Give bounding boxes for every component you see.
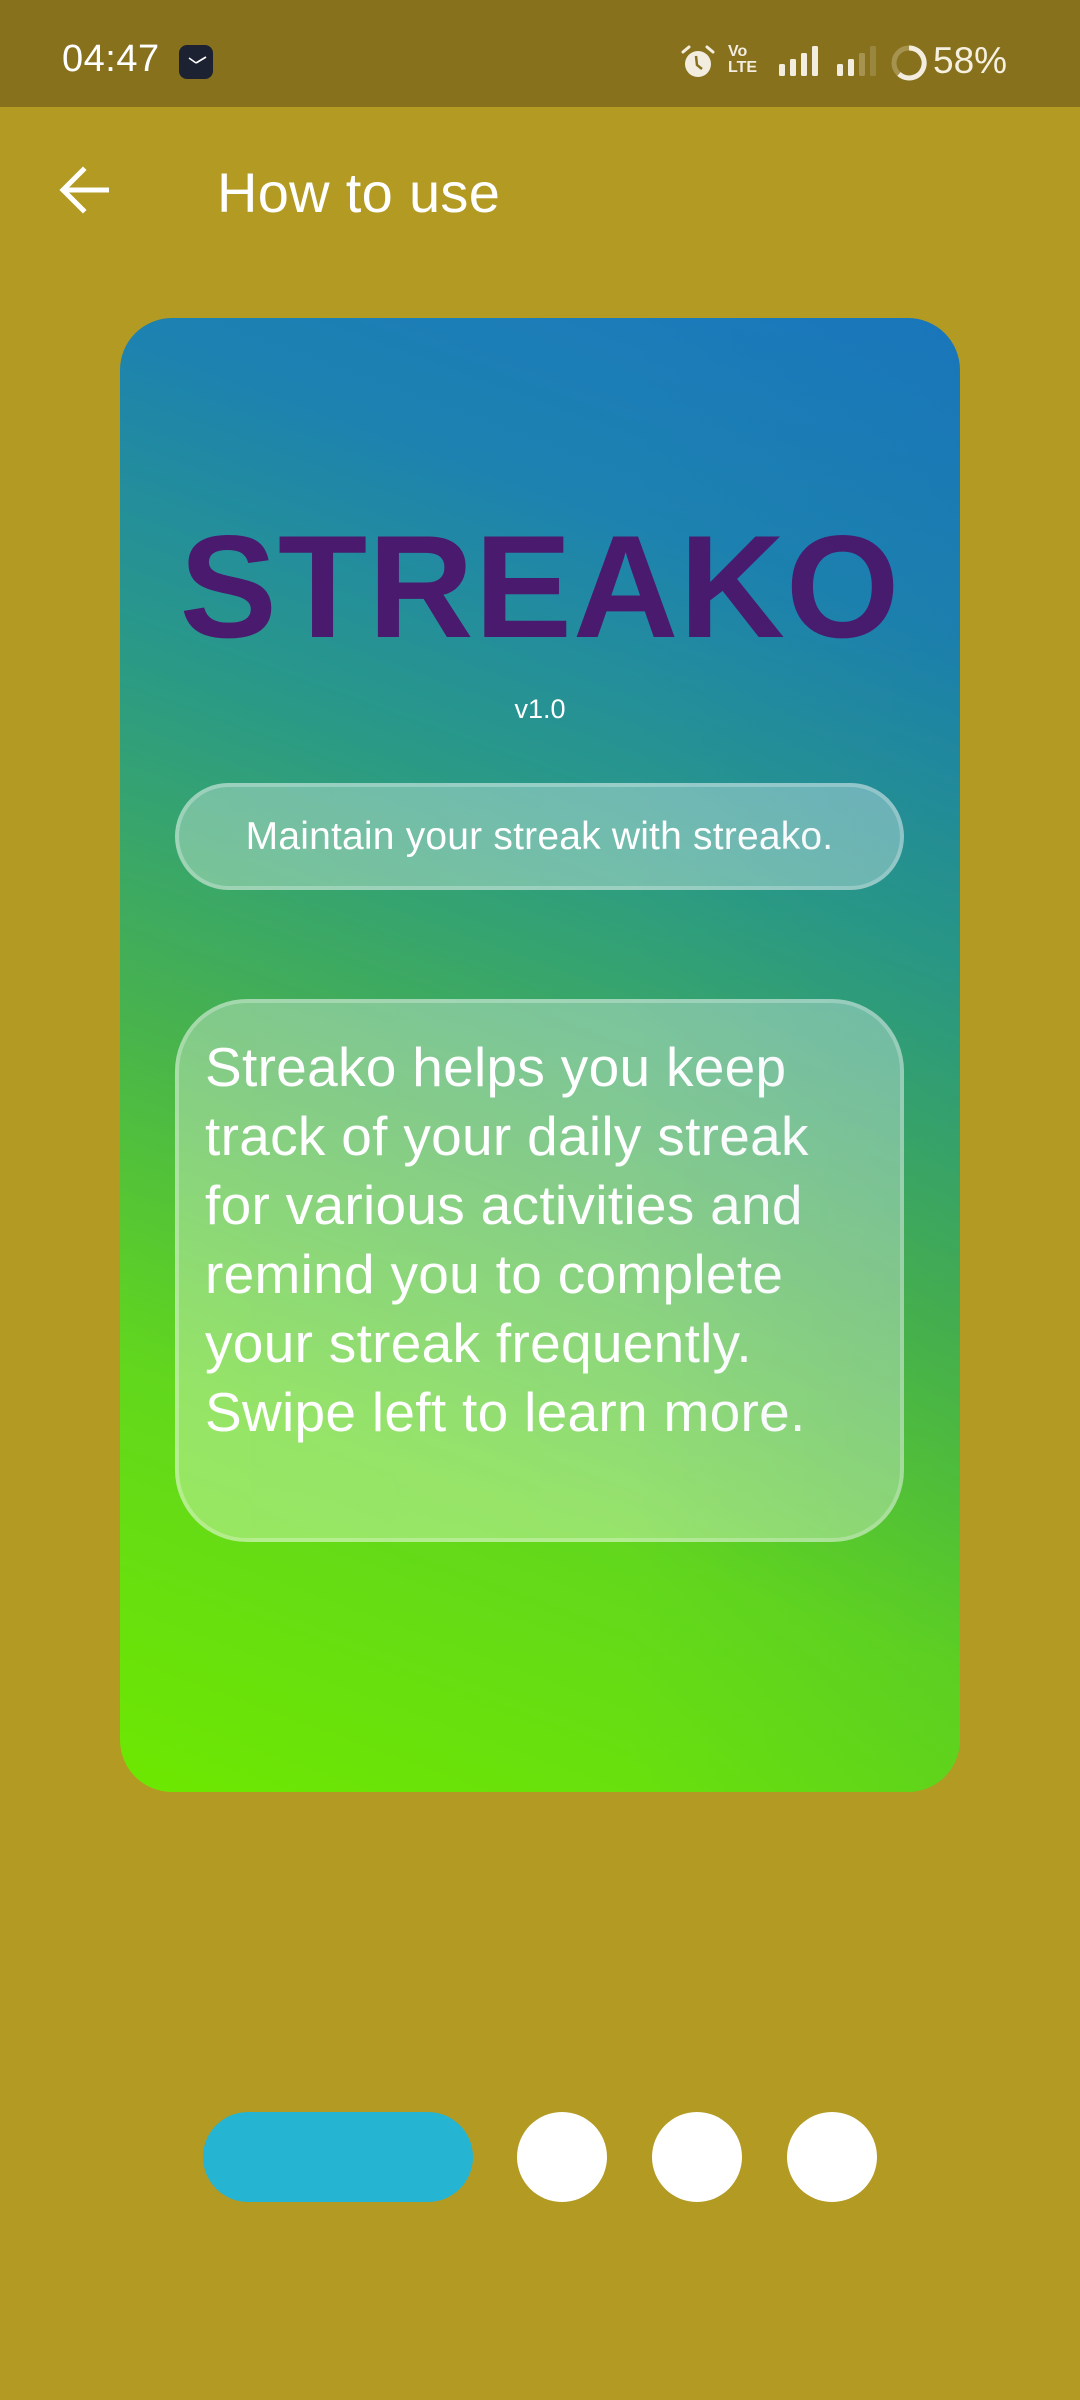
back-button[interactable] xyxy=(40,147,130,237)
arrow-left-icon xyxy=(59,164,111,221)
page-indicator xyxy=(0,2112,1080,2202)
alarm-icon xyxy=(680,44,716,85)
signal-sim2-icon xyxy=(837,46,881,83)
battery-ring-icon xyxy=(890,44,928,87)
app-header: How to use xyxy=(0,107,1080,277)
page-title: How to use xyxy=(217,161,501,224)
tagline-box: Maintain your streak with streako. xyxy=(175,783,904,890)
battery-percent: 58% xyxy=(933,40,1008,81)
volte-label-top: Vo xyxy=(728,43,748,60)
status-time: 04:47 xyxy=(62,38,160,80)
volte-label-bottom: LTE xyxy=(728,59,758,76)
status-bar: 04:47 Vo LTE 58% xyxy=(0,0,1080,107)
onboarding-card[interactable]: STREAKO v1.0 Maintain your streak with s… xyxy=(120,318,960,1792)
volte-icon: Vo LTE xyxy=(728,44,768,80)
app-version: v1.0 xyxy=(514,694,566,724)
page-indicator-dot[interactable] xyxy=(652,2112,742,2202)
app-name-logo: STREAKO xyxy=(179,505,901,668)
signal-sim1-icon xyxy=(779,46,823,83)
tagline-text: Maintain your streak with streako. xyxy=(245,814,834,858)
page-indicator-dot[interactable] xyxy=(787,2112,877,2202)
clock-app-icon xyxy=(179,45,213,79)
page-indicator-dot[interactable] xyxy=(517,2112,607,2202)
description-text: Streako helps you keep track of your dai… xyxy=(205,1036,809,1443)
description-box: Streako helps you keep track of your dai… xyxy=(175,999,904,1542)
page-indicator-dot-active[interactable] xyxy=(203,2112,473,2202)
